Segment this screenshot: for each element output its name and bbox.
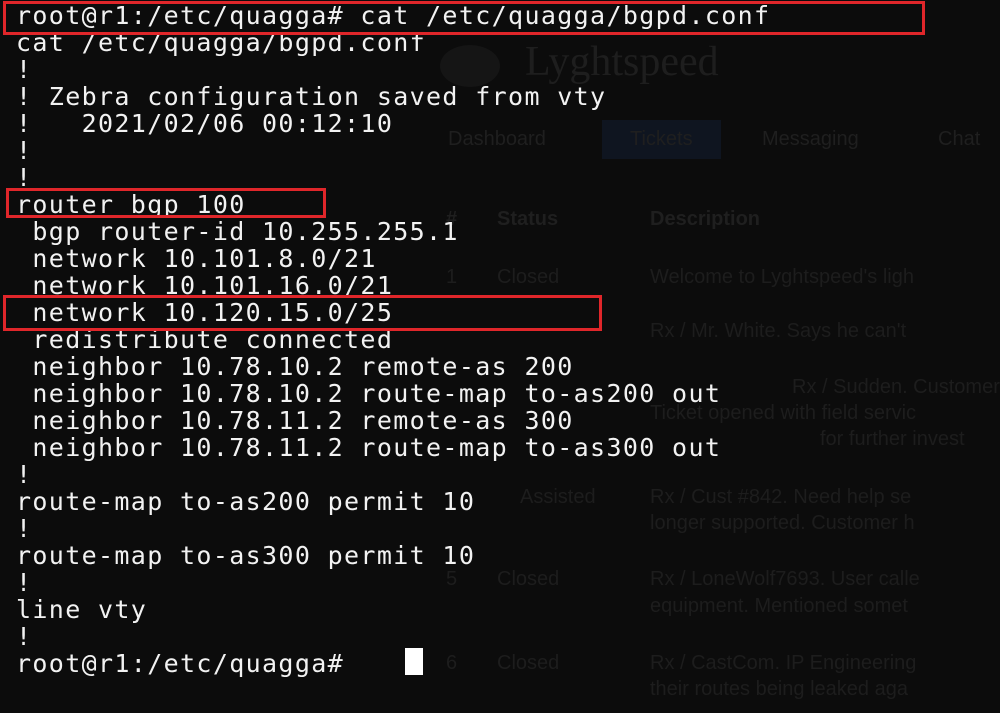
line-vty-line: line vty: [16, 595, 148, 624]
neighbor-line: neighbor 10.78.11.2 remote-as 300: [16, 406, 574, 435]
table-row-description: their routes being leaked aga: [650, 678, 908, 700]
table-row-number: 1: [446, 266, 458, 288]
neighbor-line: neighbor 10.78.10.2 remote-as 200: [16, 352, 574, 381]
config-comment-line: ! Zebra configuration saved from vty: [16, 82, 607, 111]
terminal-window[interactable]: Lyghtspeed Dashboard Tickets Messaging C…: [0, 0, 1000, 713]
table-row-description: Rx / LoneWolf7693. User calle: [650, 568, 920, 590]
table-row-number: 6: [446, 652, 458, 674]
tab-chat: Chat: [938, 128, 981, 150]
neighbor-line: neighbor 10.78.10.2 route-map to-as200 o…: [16, 379, 722, 408]
terminal-cursor: [405, 648, 423, 675]
table-row-description: Rx / Cust #842. Need help se: [650, 486, 912, 508]
neighbor-line: neighbor 10.78.11.2 route-map to-as300 o…: [16, 433, 722, 462]
column-header-status: Status: [497, 208, 559, 230]
config-comment-line: !: [16, 622, 33, 651]
column-header-description: Description: [650, 208, 761, 230]
highlight-box-network: [3, 295, 602, 331]
table-row-status: Closed: [497, 266, 560, 288]
config-comment-line: !: [16, 55, 33, 84]
route-map-line: route-map to-as200 permit 10: [16, 487, 476, 516]
network-line: network 10.101.8.0/21: [16, 244, 377, 273]
config-comment-line: !: [16, 136, 33, 165]
tab-tickets: Tickets: [602, 120, 721, 159]
highlight-box-router-bgp: [6, 188, 326, 218]
table-row-description: Welcome to Lyghtspeed's ligh: [650, 266, 914, 288]
brand-logo-icon: [440, 45, 500, 87]
bgp-router-id-line: bgp router-id 10.255.255.1: [16, 217, 459, 246]
table-row-status: Assisted: [520, 486, 596, 508]
config-comment-line: !: [16, 568, 33, 597]
table-row-description: Rx / Mr. White. Says he can't: [650, 320, 907, 342]
table-row-status: Closed: [497, 568, 560, 590]
table-row-description: for further invest: [820, 428, 965, 450]
table-row-description: Rx / CastCom. IP Engineering: [650, 652, 917, 674]
table-row-description: longer supported. Customer h: [650, 512, 915, 534]
table-row-description: Rx / Sudden. Customer: [792, 376, 1000, 398]
shell-prompt-line[interactable]: root@r1:/etc/quagga#: [16, 650, 360, 677]
table-row-description: equipment. Mentioned somet: [650, 595, 908, 617]
tab-dashboard: Dashboard: [448, 128, 546, 150]
tab-messaging: Messaging: [762, 128, 859, 150]
config-comment-line: !: [16, 460, 33, 489]
route-map-line: route-map to-as300 permit 10: [16, 541, 476, 570]
brand-name: Lyghtspeed: [525, 39, 719, 85]
table-row-status: Closed: [497, 652, 560, 674]
highlight-box-command: [3, 1, 925, 35]
config-comment-line: !: [16, 163, 33, 192]
config-comment-line: ! 2021/02/06 00:12:10: [16, 109, 394, 138]
table-row-number: 5: [446, 568, 458, 590]
config-comment-line: !: [16, 514, 33, 543]
